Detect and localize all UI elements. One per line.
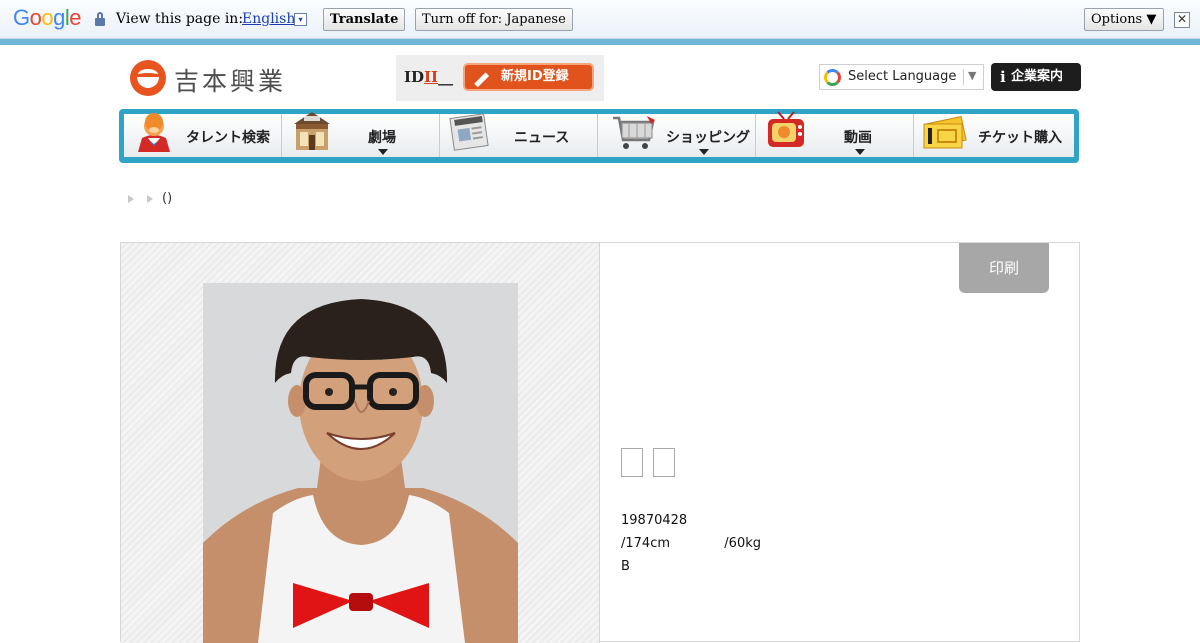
language-select-label: Select Language (848, 69, 957, 84)
nav-label-ticket: チケット購入 (978, 130, 1062, 146)
nav-label-shopping: ショッピング (666, 130, 750, 146)
language-select[interactable]: Select Language ▼ (819, 64, 984, 90)
corporate-info-button[interactable]: i 企業案内 (991, 63, 1081, 91)
blood-type: B (621, 559, 630, 574)
height-weight: /174cm /60kg (621, 536, 761, 551)
id-label: IDII__ (404, 68, 454, 86)
language-select-divider (963, 69, 964, 85)
corporate-info-label: 企業案内 (1011, 69, 1064, 84)
shopping-cart-icon (613, 116, 655, 149)
info-icon: i (1000, 68, 1006, 86)
lock-icon (95, 12, 105, 26)
photo-panel (121, 243, 600, 643)
chevron-down-icon (378, 149, 388, 155)
turn-off-button[interactable]: Turn off for: Japanese (415, 8, 573, 31)
logo-text: 吉本興業 (174, 67, 287, 96)
main-nav: タレント検索 劇場 ニュース ショッピング 動画 チケット購入 (119, 109, 1079, 163)
nav-item-talent-search[interactable]: タレント検索 (124, 113, 282, 157)
language-dropdown-icon[interactable]: ▾ (294, 13, 307, 26)
smile-logo-icon (130, 60, 166, 96)
register-id-label: 新規ID登録 (501, 69, 569, 84)
weight: /60kg (724, 536, 761, 551)
talent-photo (203, 283, 518, 643)
translate-bar: Google View this page in: English ▾ Tran… (0, 0, 1200, 39)
height: /174cm (621, 536, 671, 551)
nav-item-video[interactable]: 動画 (756, 111, 914, 157)
chevron-down-icon: ▼ (968, 69, 977, 82)
breadcrumb-arrow-icon (128, 195, 134, 203)
translate-prompt: View this page in: (116, 11, 244, 27)
print-button[interactable]: 印刷 (959, 243, 1049, 293)
translate-bar-divider (0, 39, 1200, 45)
ticket-icon (923, 115, 967, 149)
register-id-button[interactable]: 新規ID登録 (463, 63, 594, 91)
google-logo: Google (13, 5, 82, 30)
nav-item-theater[interactable]: 劇場 (282, 112, 440, 157)
nav-item-ticket[interactable]: チケット購入 (914, 114, 1074, 157)
google-g-icon (824, 69, 841, 86)
options-button[interactable]: Options ▼ (1084, 8, 1164, 31)
name-glyph-box (621, 448, 643, 477)
talent-search-icon (138, 113, 170, 152)
close-icon[interactable]: ✕ (1174, 12, 1190, 28)
nav-label-video: 動画 (844, 130, 872, 146)
id-panel: IDII__ 新規ID登録 (396, 55, 604, 101)
theater-icon (294, 112, 330, 150)
news-icon (449, 113, 489, 151)
translate-button[interactable]: Translate (323, 8, 405, 31)
translate-language-link[interactable]: English (242, 11, 295, 27)
profile-panel: 印刷 19870428 /174cm /60kg B (120, 242, 1080, 643)
breadcrumb-arrow-icon (147, 195, 153, 203)
chevron-down-icon (855, 149, 865, 155)
birthdate: 19870428 (621, 513, 688, 528)
nav-label-news: ニュース (514, 130, 570, 146)
id-link[interactable]: II (424, 68, 438, 86)
nav-item-news[interactable]: ニュース (440, 113, 598, 157)
nav-item-shopping[interactable]: ショッピング (598, 114, 756, 157)
tv-icon (768, 111, 804, 147)
name-glyph-box (653, 448, 675, 477)
chevron-down-icon (699, 149, 709, 155)
nav-label-theater: 劇場 (368, 130, 396, 146)
nav-label-talent-search: タレント検索 (186, 130, 270, 146)
pencil-icon (474, 72, 490, 88)
breadcrumb-current: () (162, 191, 173, 206)
